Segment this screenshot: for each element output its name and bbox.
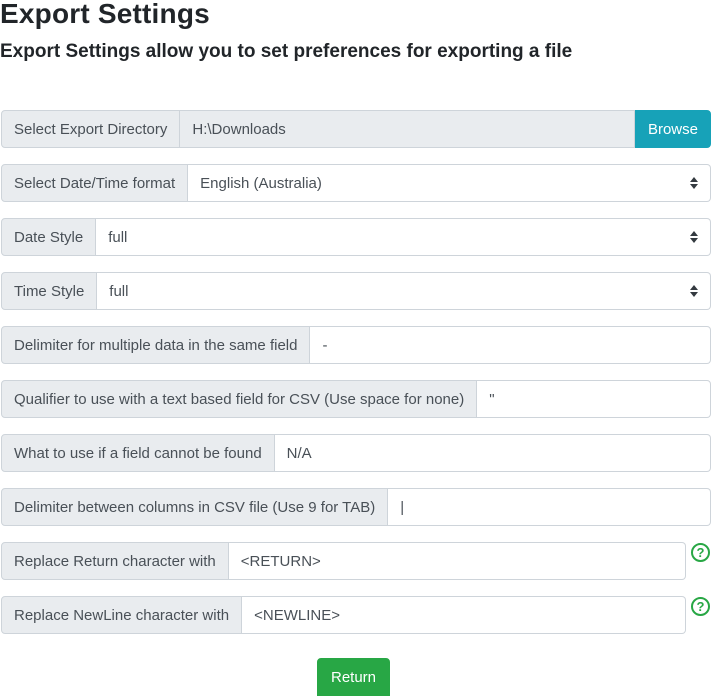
question-circle-icon[interactable]: ? (691, 597, 710, 616)
date-style-value: full (108, 228, 128, 246)
replace-return-label: Replace Return character with (1, 542, 229, 580)
missing-field-label: What to use if a field cannot be found (1, 434, 275, 472)
date-style-row: Date Style full (1, 218, 711, 256)
browse-button[interactable]: Browse (634, 110, 711, 148)
csv-column-delimiter-row: Delimiter between columns in CSV file (U… (1, 488, 711, 526)
datetime-format-row: Select Date/Time format English (Austral… (1, 164, 711, 202)
time-style-row: Time Style full (1, 272, 711, 310)
datetime-format-label: Select Date/Time format (1, 164, 189, 202)
export-directory-input[interactable]: H:\Downloads (180, 110, 635, 148)
replace-return-row: Replace Return character with <RETURN> (1, 542, 686, 580)
date-style-label: Date Style (1, 218, 97, 256)
return-button[interactable]: Return (317, 658, 390, 696)
time-style-label: Time Style (1, 272, 98, 310)
multi-delimiter-input[interactable]: - (310, 326, 711, 364)
csv-qualifier-input[interactable]: " (477, 380, 711, 418)
csv-column-delimiter-input[interactable]: | (388, 488, 711, 526)
datetime-format-select[interactable]: English (Australia) (188, 164, 711, 202)
select-caret-icon (690, 177, 698, 189)
replace-newline-label: Replace NewLine character with (1, 596, 243, 634)
datetime-format-value: English (Australia) (200, 174, 322, 192)
time-style-select[interactable]: full (97, 272, 711, 310)
question-circle-icon[interactable]: ? (691, 543, 710, 562)
time-style-value: full (109, 282, 129, 300)
page-title: Export Settings (0, 0, 210, 29)
date-style-select[interactable]: full (96, 218, 711, 256)
multi-delimiter-label: Delimiter for multiple data in the same … (1, 326, 311, 364)
missing-field-row: What to use if a field cannot be found N… (1, 434, 711, 472)
export-directory-label: Select Export Directory (1, 110, 181, 148)
replace-newline-row: Replace NewLine character with <NEWLINE> (1, 596, 686, 634)
select-caret-icon (690, 231, 698, 243)
csv-qualifier-row: Qualifier to use with a text based field… (1, 380, 711, 418)
select-caret-icon (690, 285, 698, 297)
csv-qualifier-label: Qualifier to use with a text based field… (1, 380, 478, 418)
page-subtitle: Export Settings allow you to set prefere… (0, 41, 573, 62)
replace-return-input[interactable]: <RETURN> (228, 542, 686, 580)
replace-newline-input[interactable]: <NEWLINE> (242, 596, 686, 634)
missing-field-input[interactable]: N/A (274, 434, 711, 472)
export-directory-row: Select Export Directory H:\Downloads Bro… (1, 110, 711, 148)
csv-column-delimiter-label: Delimiter between columns in CSV file (U… (1, 488, 389, 526)
multi-delimiter-row: Delimiter for multiple data in the same … (1, 326, 711, 364)
